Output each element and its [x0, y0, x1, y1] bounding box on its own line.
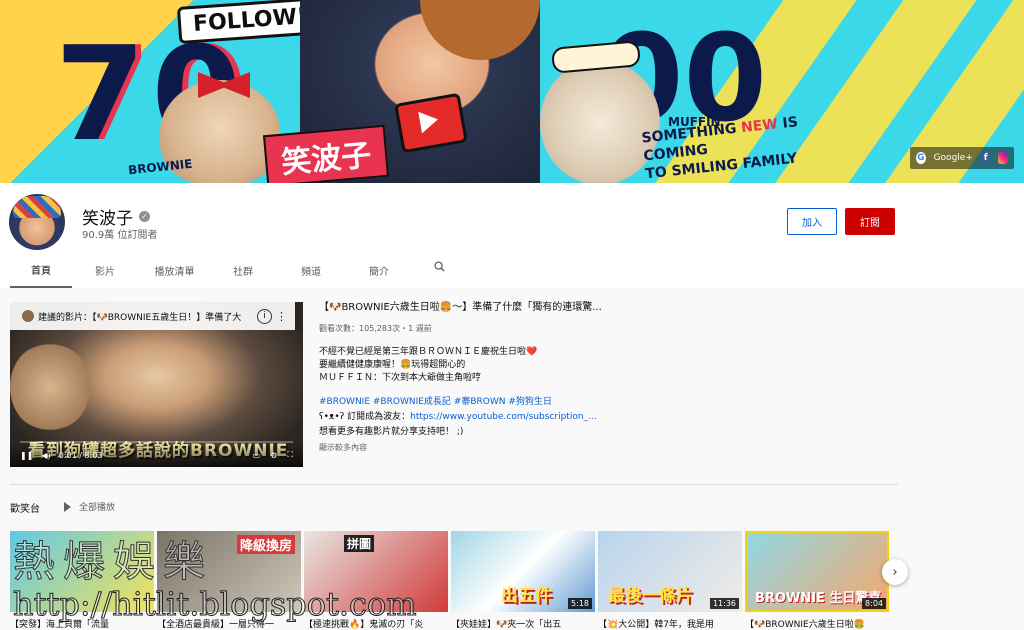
instagram-icon[interactable]: [998, 152, 1009, 164]
thumbnail-caption: 最後一條片: [608, 586, 693, 606]
channel-banner: 70 00 FOLLOW! 笑波子 MUFFIN BROWNIE SOMETHI…: [0, 0, 1024, 183]
featured-video-player[interactable]: 建議的影片：【🐶BROWNIE五歲生日！】準備了大 i ⋮ 看到狗罐超多話說的B…: [10, 302, 303, 467]
tagline-new: NEW: [740, 116, 779, 137]
tab-about[interactable]: 簡介: [347, 253, 411, 288]
video-thumbnail[interactable]: 最後一條片 11:36: [598, 531, 742, 612]
play-icon: [64, 501, 71, 512]
description-line: ＭＵＦＦＩＮ：下次到本大爺做主角啦哼: [319, 373, 482, 383]
thumbnail-caption: 出五件: [501, 586, 552, 606]
watermark: 熱爆娛樂 http://hitlit.blogspot.com: [13, 528, 418, 624]
social-links: G Google+ f: [910, 147, 1014, 169]
tab-playlists[interactable]: 播放清單: [138, 253, 211, 288]
facebook-icon[interactable]: f: [980, 152, 991, 164]
featured-video-title[interactable]: 【🐶BROWNIE六歲生日啦🍔～】準備了什麼「獨有的連環驚...: [319, 298, 904, 313]
shelf-next-button[interactable]: ›: [882, 559, 908, 585]
video-title[interactable]: 【夾娃娃】🐶夾一次「出五: [451, 617, 595, 630]
volume-icon[interactable]: ◀): [41, 451, 50, 460]
tab-videos[interactable]: 影片: [72, 253, 138, 288]
google-plus-link[interactable]: Google+: [934, 153, 973, 163]
video-dog: [10, 342, 90, 432]
search-icon[interactable]: [434, 261, 445, 272]
play-all-button[interactable]: 全部播放: [64, 500, 115, 513]
video-thumbnail[interactable]: 出五件 5:18: [451, 531, 595, 612]
suggested-video-title: 建議的影片：【🐶BROWNIE五歲生日！】準備了大: [38, 312, 242, 323]
section-divider: [10, 484, 898, 485]
watermark-title: 熱爆娛樂: [13, 537, 214, 587]
description-line: 要繼續健健康康喔！🍔玩得超開心的: [319, 360, 466, 370]
description-links: #BROWNIE #BROWNIE成長記 #寨BROWN #狗狗生日 ʕ•ᴥ•ʔ…: [319, 395, 904, 440]
watermark-url: http://hitlit.blogspot.com: [13, 585, 418, 624]
video-thumbnail[interactable]: BROWNIE 生日驚喜 8:04: [745, 531, 889, 612]
subscribe-button[interactable]: 訂閱: [845, 208, 895, 235]
channel-tabs: 首頁 影片 播放清單 社群 頻道 簡介: [10, 253, 411, 288]
show-more-link[interactable]: 顯示較多內容: [319, 442, 904, 453]
video-duration: 11:36: [709, 598, 739, 609]
hashtags[interactable]: #BROWNIE #BROWNIE成長記 #寨BROWN #狗狗生日: [319, 395, 904, 410]
channel-avatar[interactable]: [9, 194, 65, 250]
tab-home[interactable]: 首頁: [10, 253, 72, 288]
suggested-video-bar[interactable]: 建議的影片：【🐶BROWNIE五歲生日！】準備了大 i ⋮: [10, 302, 295, 330]
share-line: 想看更多有趣影片就分享支持吧！ ;): [319, 427, 464, 437]
video-duration: 5:18: [568, 598, 592, 609]
muffin-dog-image: [540, 60, 660, 183]
shelf-title[interactable]: 歡笑台: [10, 500, 40, 515]
google-plus-icon[interactable]: G: [916, 152, 926, 164]
pause-icon[interactable]: ❚❚: [20, 451, 33, 460]
banner-name-tag: 笑波子: [262, 124, 390, 183]
description-line: 不經不覺已經是第三年跟ＢＲＯＷＮＩＥ慶祝生日啦❤️: [319, 347, 538, 357]
fullscreen-icon[interactable]: ⛶: [287, 450, 293, 460]
play-all-label: 全部播放: [79, 503, 116, 513]
featured-video-description: 不經不覺已經是第三年跟ＢＲＯＷＮＩＥ慶祝生日啦❤️ 要繼續健健康康喔！🍔玩得超開…: [319, 346, 904, 385]
captions-icon[interactable]: ▭: [253, 451, 261, 460]
settings-gear-icon[interactable]: ⚙: [270, 451, 277, 460]
video-duration: 8:04: [862, 598, 886, 609]
verified-check-icon: ✓: [139, 211, 150, 222]
play-icon: [418, 108, 440, 134]
featured-video-info: 【🐶BROWNIE六歲生日啦🍔～】準備了什麼「獨有的連環驚... 觀看次數：10…: [319, 298, 904, 453]
subscribe-prompt: ʕ•ᴥ•ʔ 訂閱成為波友：: [319, 412, 411, 422]
featured-video-meta: 觀看次數：105,283次・1 週前: [319, 324, 432, 333]
more-options-icon[interactable]: ⋮: [276, 310, 287, 323]
subscriber-count: 90.9萬 位訂閱者: [82, 230, 158, 241]
video-title[interactable]: 【🐶BROWNIE六歲生日啦🍔: [745, 617, 889, 630]
tab-channels[interactable]: 頻道: [275, 253, 347, 288]
time-display: 0:01 / 8:03: [58, 450, 103, 460]
tab-community[interactable]: 社群: [211, 253, 275, 288]
video-title[interactable]: 【💥大公開】韓7年，我是用: [598, 617, 742, 630]
join-button[interactable]: 加入: [787, 208, 837, 235]
subscribe-link[interactable]: https://www.youtube.com/subscription_...: [410, 412, 597, 422]
channel-mini-avatar: [22, 310, 34, 322]
player-controls: ❚❚ ◀) 0:01 / 8:03 ▭ ⚙ ⛶: [10, 443, 303, 467]
info-icon[interactable]: i: [257, 308, 272, 324]
